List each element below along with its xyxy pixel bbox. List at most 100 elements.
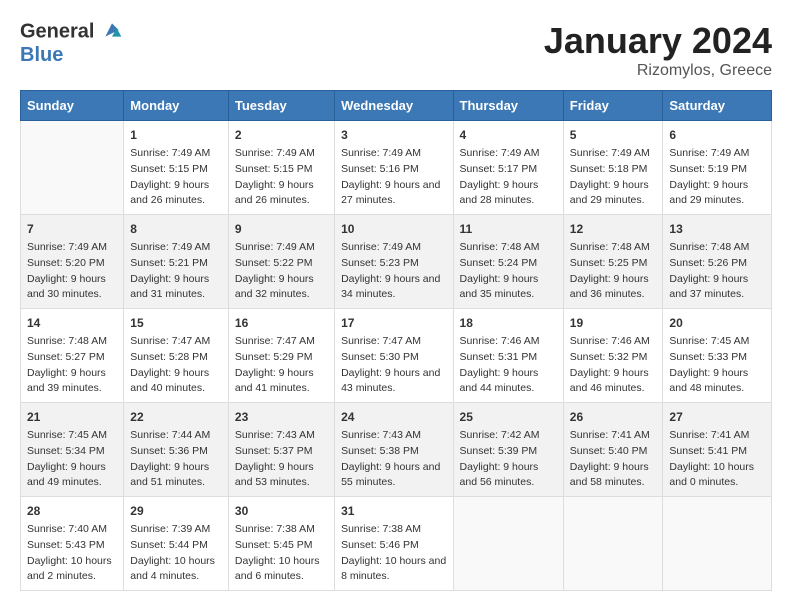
calendar-cell	[453, 497, 563, 591]
day-number: 7	[27, 220, 117, 238]
day-number: 28	[27, 502, 117, 520]
header-day-monday: Monday	[124, 91, 229, 121]
calendar-cell: 10Sunrise: 7:49 AMSunset: 5:23 PMDayligh…	[335, 215, 453, 309]
calendar-cell: 7Sunrise: 7:49 AMSunset: 5:20 PMDaylight…	[21, 215, 124, 309]
sunrise-text: Sunrise: 7:43 AM	[341, 428, 446, 444]
sunset-text: Sunset: 5:44 PM	[130, 538, 222, 554]
calendar-cell: 26Sunrise: 7:41 AMSunset: 5:40 PMDayligh…	[563, 403, 663, 497]
sunrise-text: Sunrise: 7:45 AM	[669, 334, 765, 350]
sunset-text: Sunset: 5:28 PM	[130, 350, 222, 366]
calendar-cell	[21, 121, 124, 215]
header-day-saturday: Saturday	[663, 91, 772, 121]
sunset-text: Sunset: 5:29 PM	[235, 350, 328, 366]
calendar-cell: 30Sunrise: 7:38 AMSunset: 5:45 PMDayligh…	[228, 497, 334, 591]
sunset-text: Sunset: 5:31 PM	[460, 350, 557, 366]
day-number: 6	[669, 126, 765, 144]
sunrise-text: Sunrise: 7:49 AM	[130, 146, 222, 162]
calendar-cell: 27Sunrise: 7:41 AMSunset: 5:41 PMDayligh…	[663, 403, 772, 497]
sunrise-text: Sunrise: 7:44 AM	[130, 428, 222, 444]
sunrise-text: Sunrise: 7:43 AM	[235, 428, 328, 444]
daylight-text: Daylight: 10 hours and 6 minutes.	[235, 554, 328, 586]
daylight-text: Daylight: 9 hours and 55 minutes.	[341, 460, 446, 492]
sunset-text: Sunset: 5:25 PM	[570, 256, 657, 272]
daylight-text: Daylight: 9 hours and 53 minutes.	[235, 460, 328, 492]
daylight-text: Daylight: 9 hours and 26 minutes.	[130, 178, 222, 210]
daylight-text: Daylight: 9 hours and 58 minutes.	[570, 460, 657, 492]
sunrise-text: Sunrise: 7:47 AM	[130, 334, 222, 350]
day-number: 1	[130, 126, 222, 144]
day-number: 10	[341, 220, 446, 238]
day-number: 4	[460, 126, 557, 144]
calendar-week-row: 7Sunrise: 7:49 AMSunset: 5:20 PMDaylight…	[21, 215, 772, 309]
sunset-text: Sunset: 5:26 PM	[669, 256, 765, 272]
day-number: 29	[130, 502, 222, 520]
logo-text: General	[20, 20, 122, 44]
calendar-cell: 15Sunrise: 7:47 AMSunset: 5:28 PMDayligh…	[124, 309, 229, 403]
daylight-text: Daylight: 9 hours and 35 minutes.	[460, 272, 557, 304]
calendar-cell: 22Sunrise: 7:44 AMSunset: 5:36 PMDayligh…	[124, 403, 229, 497]
sunset-text: Sunset: 5:24 PM	[460, 256, 557, 272]
day-number: 17	[341, 314, 446, 332]
calendar-cell: 6Sunrise: 7:49 AMSunset: 5:19 PMDaylight…	[663, 121, 772, 215]
sunset-text: Sunset: 5:39 PM	[460, 444, 557, 460]
day-number: 20	[669, 314, 765, 332]
sunrise-text: Sunrise: 7:49 AM	[27, 240, 117, 256]
day-number: 22	[130, 408, 222, 426]
calendar-week-row: 21Sunrise: 7:45 AMSunset: 5:34 PMDayligh…	[21, 403, 772, 497]
sunrise-text: Sunrise: 7:49 AM	[669, 146, 765, 162]
calendar-cell: 29Sunrise: 7:39 AMSunset: 5:44 PMDayligh…	[124, 497, 229, 591]
page-header: General Blue January 2024 Rizomylos, Gre…	[20, 20, 772, 80]
sunrise-text: Sunrise: 7:49 AM	[460, 146, 557, 162]
daylight-text: Daylight: 9 hours and 26 minutes.	[235, 178, 328, 210]
sunrise-text: Sunrise: 7:49 AM	[235, 240, 328, 256]
logo-icon	[102, 20, 122, 40]
calendar-table: SundayMondayTuesdayWednesdayThursdayFrid…	[20, 90, 772, 591]
sunrise-text: Sunrise: 7:49 AM	[570, 146, 657, 162]
day-number: 15	[130, 314, 222, 332]
sunset-text: Sunset: 5:33 PM	[669, 350, 765, 366]
sunset-text: Sunset: 5:19 PM	[669, 162, 765, 178]
sunset-text: Sunset: 5:27 PM	[27, 350, 117, 366]
daylight-text: Daylight: 9 hours and 32 minutes.	[235, 272, 328, 304]
sunrise-text: Sunrise: 7:49 AM	[130, 240, 222, 256]
sunset-text: Sunset: 5:17 PM	[460, 162, 557, 178]
sunset-text: Sunset: 5:40 PM	[570, 444, 657, 460]
day-number: 9	[235, 220, 328, 238]
daylight-text: Daylight: 10 hours and 0 minutes.	[669, 460, 765, 492]
calendar-cell	[563, 497, 663, 591]
header-day-friday: Friday	[563, 91, 663, 121]
sunrise-text: Sunrise: 7:47 AM	[235, 334, 328, 350]
daylight-text: Daylight: 10 hours and 8 minutes.	[341, 554, 446, 586]
daylight-text: Daylight: 9 hours and 41 minutes.	[235, 366, 328, 398]
calendar-cell	[663, 497, 772, 591]
calendar-cell: 5Sunrise: 7:49 AMSunset: 5:18 PMDaylight…	[563, 121, 663, 215]
calendar-cell: 4Sunrise: 7:49 AMSunset: 5:17 PMDaylight…	[453, 121, 563, 215]
calendar-cell: 12Sunrise: 7:48 AMSunset: 5:25 PMDayligh…	[563, 215, 663, 309]
daylight-text: Daylight: 9 hours and 44 minutes.	[460, 366, 557, 398]
calendar-week-row: 1Sunrise: 7:49 AMSunset: 5:15 PMDaylight…	[21, 121, 772, 215]
daylight-text: Daylight: 9 hours and 51 minutes.	[130, 460, 222, 492]
sunrise-text: Sunrise: 7:48 AM	[460, 240, 557, 256]
sunrise-text: Sunrise: 7:41 AM	[570, 428, 657, 444]
sunset-text: Sunset: 5:15 PM	[130, 162, 222, 178]
sunset-text: Sunset: 5:34 PM	[27, 444, 117, 460]
calendar-cell: 8Sunrise: 7:49 AMSunset: 5:21 PMDaylight…	[124, 215, 229, 309]
daylight-text: Daylight: 9 hours and 46 minutes.	[570, 366, 657, 398]
header-day-thursday: Thursday	[453, 91, 563, 121]
daylight-text: Daylight: 9 hours and 56 minutes.	[460, 460, 557, 492]
sunset-text: Sunset: 5:16 PM	[341, 162, 446, 178]
calendar-cell: 13Sunrise: 7:48 AMSunset: 5:26 PMDayligh…	[663, 215, 772, 309]
calendar-cell: 31Sunrise: 7:38 AMSunset: 5:46 PMDayligh…	[335, 497, 453, 591]
day-number: 3	[341, 126, 446, 144]
calendar-week-row: 28Sunrise: 7:40 AMSunset: 5:43 PMDayligh…	[21, 497, 772, 591]
daylight-text: Daylight: 9 hours and 36 minutes.	[570, 272, 657, 304]
day-number: 13	[669, 220, 765, 238]
daylight-text: Daylight: 9 hours and 49 minutes.	[27, 460, 117, 492]
daylight-text: Daylight: 9 hours and 31 minutes.	[130, 272, 222, 304]
calendar-cell: 25Sunrise: 7:42 AMSunset: 5:39 PMDayligh…	[453, 403, 563, 497]
sunset-text: Sunset: 5:30 PM	[341, 350, 446, 366]
day-number: 12	[570, 220, 657, 238]
day-number: 11	[460, 220, 557, 238]
daylight-text: Daylight: 9 hours and 27 minutes.	[341, 178, 446, 210]
calendar-cell: 2Sunrise: 7:49 AMSunset: 5:15 PMDaylight…	[228, 121, 334, 215]
